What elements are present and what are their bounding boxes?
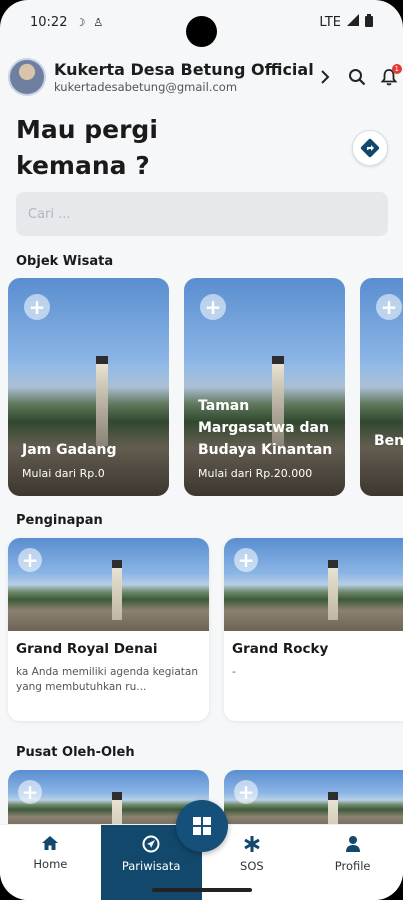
wisata-list: + Jam Gadang Mulai dari Rp.0 + Taman Mar… bbox=[8, 278, 403, 496]
app-screen: 10:22 ☽ ♙ LTE Kukerta Desa Betung Offici… bbox=[0, 0, 403, 900]
penginapan-list: + Grand Royal Denai ka Anda memiliki age… bbox=[8, 538, 403, 721]
app-header: Kukerta Desa Betung Official kukertadesa… bbox=[8, 52, 402, 102]
penginapan-name: Grand Rocky bbox=[232, 641, 329, 657]
nav-pariwisata-label: Pariwisata bbox=[121, 859, 181, 873]
home-icon bbox=[42, 836, 59, 850]
penginapan-card[interactable]: + Grand Rocky - bbox=[224, 538, 403, 721]
bell-icon[interactable]: 1 bbox=[378, 64, 402, 88]
add-icon[interactable]: + bbox=[234, 780, 258, 804]
wisata-card[interactable]: + Taman Margasatwa dan Budaya Kinantan M… bbox=[184, 278, 345, 496]
penginapan-card[interactable]: + Grand Royal Denai ka Anda memiliki age… bbox=[8, 538, 209, 721]
nav-sos-label: SOS bbox=[240, 859, 264, 873]
penginapan-desc: ka Anda memiliki agenda kegiatan yang me… bbox=[16, 666, 198, 693]
nav-home-label: Home bbox=[33, 857, 68, 871]
chevron-right-icon[interactable] bbox=[314, 66, 336, 88]
network-label: LTE bbox=[319, 14, 341, 30]
profile-icon bbox=[345, 836, 360, 852]
wisata-name: Taman Margasatwa dan Budaya Kinantan bbox=[198, 398, 333, 458]
section-oleh-oleh: Pusat Oleh-Oleh bbox=[16, 745, 135, 760]
oleh-card[interactable]: + bbox=[224, 770, 403, 830]
wisata-price: Mulai dari Rp.20.000 bbox=[198, 467, 313, 480]
wisata-card[interactable]: + Ben Koa bbox=[360, 278, 403, 496]
hero-heading: Mau pergi kemana ? bbox=[16, 112, 216, 184]
grid-icon bbox=[193, 817, 211, 835]
nav-home[interactable]: Home bbox=[0, 825, 101, 900]
penginapan-desc: - bbox=[232, 666, 236, 678]
hotel-image: + bbox=[8, 538, 209, 631]
account-email: kukertadesabetung@gmail.com bbox=[54, 80, 238, 94]
status-time: 10:22 bbox=[30, 14, 68, 30]
section-penginapan: Penginapan bbox=[16, 513, 103, 528]
camera-cutout bbox=[186, 16, 217, 47]
section-objek-wisata: Objek Wisata bbox=[16, 254, 114, 269]
add-icon[interactable]: + bbox=[234, 548, 258, 572]
hero-line-2: kemana ? bbox=[16, 151, 150, 180]
add-icon[interactable]: + bbox=[376, 294, 402, 320]
nav-profile-label: Profile bbox=[334, 859, 371, 873]
add-icon[interactable]: + bbox=[18, 548, 42, 572]
signal-icon bbox=[347, 14, 359, 30]
add-icon[interactable]: + bbox=[18, 780, 42, 804]
add-icon[interactable]: + bbox=[200, 294, 226, 320]
search-input[interactable] bbox=[16, 192, 388, 236]
wisata-name: Jam Gadang bbox=[22, 442, 117, 458]
gesture-handle bbox=[152, 888, 252, 892]
person-icon: ♙ bbox=[93, 15, 104, 29]
travel-icon bbox=[142, 835, 160, 853]
directions-icon bbox=[360, 138, 380, 158]
account-title: Kukerta Desa Betung Official bbox=[54, 60, 314, 79]
wisata-card[interactable]: + Jam Gadang Mulai dari Rp.0 bbox=[8, 278, 169, 496]
wisata-price: Mulai dari Rp.0 bbox=[22, 467, 105, 480]
sos-icon bbox=[244, 836, 260, 852]
search-icon[interactable] bbox=[346, 66, 368, 88]
nav-profile[interactable]: Profile bbox=[302, 825, 403, 900]
wisata-name: Ben Koa bbox=[374, 433, 403, 449]
penginapan-name: Grand Royal Denai bbox=[16, 641, 158, 657]
directions-button[interactable] bbox=[352, 130, 388, 166]
menu-fab[interactable] bbox=[176, 800, 228, 852]
hotel-image: + bbox=[224, 538, 403, 631]
hero-line-1: Mau pergi bbox=[16, 115, 158, 144]
battery-icon bbox=[365, 13, 373, 31]
avatar[interactable] bbox=[8, 58, 46, 96]
add-icon[interactable]: + bbox=[24, 294, 50, 320]
moon-icon: ☽ bbox=[75, 15, 86, 29]
notification-badge: 1 bbox=[391, 64, 402, 74]
